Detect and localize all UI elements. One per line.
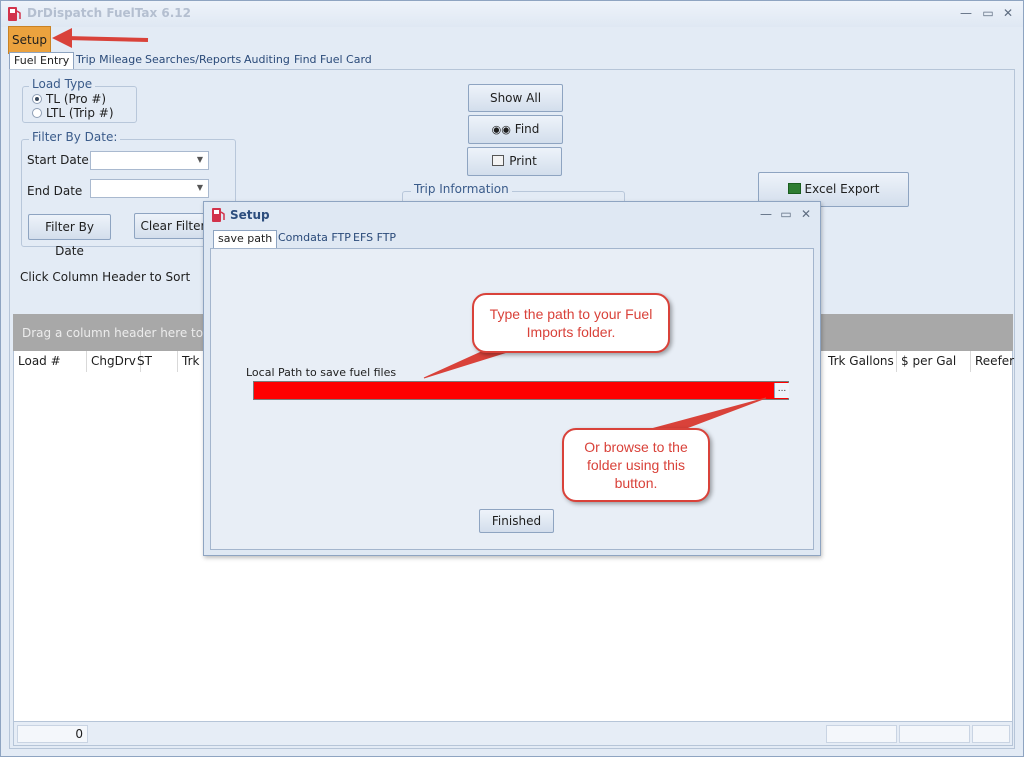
find-button-label: Find bbox=[514, 122, 540, 136]
close-icon[interactable]: ✕ bbox=[999, 5, 1017, 21]
tab-comdata-ftp[interactable]: Comdata FTP bbox=[278, 230, 351, 248]
tab-searches-reports[interactable]: Searches/Reports bbox=[145, 52, 241, 70]
chevron-down-icon: ▼ bbox=[196, 155, 203, 164]
excel-export-label: Excel Export bbox=[804, 182, 880, 196]
clear-filter-button[interactable]: Clear Filter bbox=[134, 213, 212, 239]
filter-title: Filter By Date: bbox=[29, 130, 121, 144]
finished-button[interactable]: Finished bbox=[479, 509, 554, 533]
tab-auditing[interactable]: Auditing bbox=[244, 52, 290, 70]
column-header-price-per-gal[interactable]: $ per Gal bbox=[897, 351, 971, 372]
show-all-button[interactable]: Show All bbox=[468, 84, 563, 112]
column-header-st[interactable]: ST bbox=[133, 351, 178, 372]
tab-find-fuel-card[interactable]: Find Fuel Card bbox=[294, 52, 372, 70]
tab-efs-ftp[interactable]: EFS FTP bbox=[353, 230, 396, 248]
excel-icon bbox=[787, 183, 801, 194]
column-header-trk-gallons[interactable]: Trk Gallons bbox=[824, 351, 897, 372]
radio-tl[interactable] bbox=[32, 94, 42, 104]
callout-browse: Or browse to the folder using this butto… bbox=[562, 428, 710, 502]
footer-cell bbox=[826, 725, 897, 743]
binoculars-icon: ◉◉ bbox=[491, 123, 511, 136]
dialog-title: Setup bbox=[230, 208, 270, 222]
find-button[interactable]: ◉◉ Find bbox=[468, 115, 563, 144]
tab-fuel-entry[interactable]: Fuel Entry bbox=[9, 52, 75, 70]
radio-ltl-label: LTL (Trip #) bbox=[46, 106, 114, 120]
close-icon[interactable]: ✕ bbox=[797, 206, 815, 222]
path-label: Local Path to save fuel files bbox=[246, 366, 397, 379]
start-date-picker[interactable]: ▼ bbox=[90, 151, 209, 170]
grid-footer: 0 bbox=[13, 721, 1013, 746]
fuel-pump-icon bbox=[212, 208, 225, 222]
setup-menu-button[interactable]: Setup bbox=[8, 26, 51, 54]
window-title: DrDispatch FuelTax 6.12 bbox=[27, 6, 192, 20]
column-header-reefer[interactable]: Reefer bbox=[971, 351, 1014, 372]
minimize-icon[interactable]: — bbox=[957, 5, 975, 21]
footer-count: 0 bbox=[17, 725, 88, 743]
footer-cell bbox=[972, 725, 1010, 743]
radio-tl-label: TL (Pro #) bbox=[46, 92, 107, 106]
end-date-label: End Date bbox=[27, 184, 83, 198]
end-date-picker[interactable]: ▼ bbox=[90, 179, 209, 198]
title-bar: DrDispatch FuelTax 6.12 — ▭ ✕ bbox=[1, 1, 1023, 27]
local-path-input[interactable]: ... bbox=[253, 381, 789, 400]
print-button-label: Print bbox=[509, 154, 537, 168]
column-header-load[interactable]: Load # bbox=[14, 351, 87, 372]
print-button[interactable]: Print bbox=[467, 147, 562, 176]
chevron-down-icon: ▼ bbox=[196, 183, 203, 192]
filter-by-date-button[interactable]: Filter By Date bbox=[28, 214, 111, 258]
start-date-label: Start Date bbox=[27, 153, 89, 167]
browse-button[interactable]: ... bbox=[774, 383, 789, 398]
group-by-hint: Drag a column header here to gro bbox=[22, 326, 227, 340]
tab-trip-mileage[interactable]: Trip Mileage bbox=[76, 52, 142, 70]
footer-cell bbox=[899, 725, 970, 743]
radio-ltl[interactable] bbox=[32, 108, 42, 118]
fuel-pump-icon bbox=[8, 7, 21, 21]
minimize-icon[interactable]: — bbox=[757, 206, 775, 222]
printer-icon bbox=[492, 155, 505, 166]
trip-information-title: Trip Information bbox=[411, 182, 512, 196]
tab-save-path[interactable]: save path bbox=[213, 230, 278, 248]
maximize-icon[interactable]: ▭ bbox=[979, 5, 997, 21]
load-type-title: Load Type bbox=[29, 77, 96, 91]
callout-type-path: Type the path to your Fuel Imports folde… bbox=[472, 293, 670, 353]
sort-hint: Click Column Header to Sort bbox=[20, 270, 191, 284]
setup-dialog: Setup — ▭ ✕ save path Comdata FTP EFS FT… bbox=[203, 201, 821, 556]
maximize-icon[interactable]: ▭ bbox=[777, 206, 795, 222]
